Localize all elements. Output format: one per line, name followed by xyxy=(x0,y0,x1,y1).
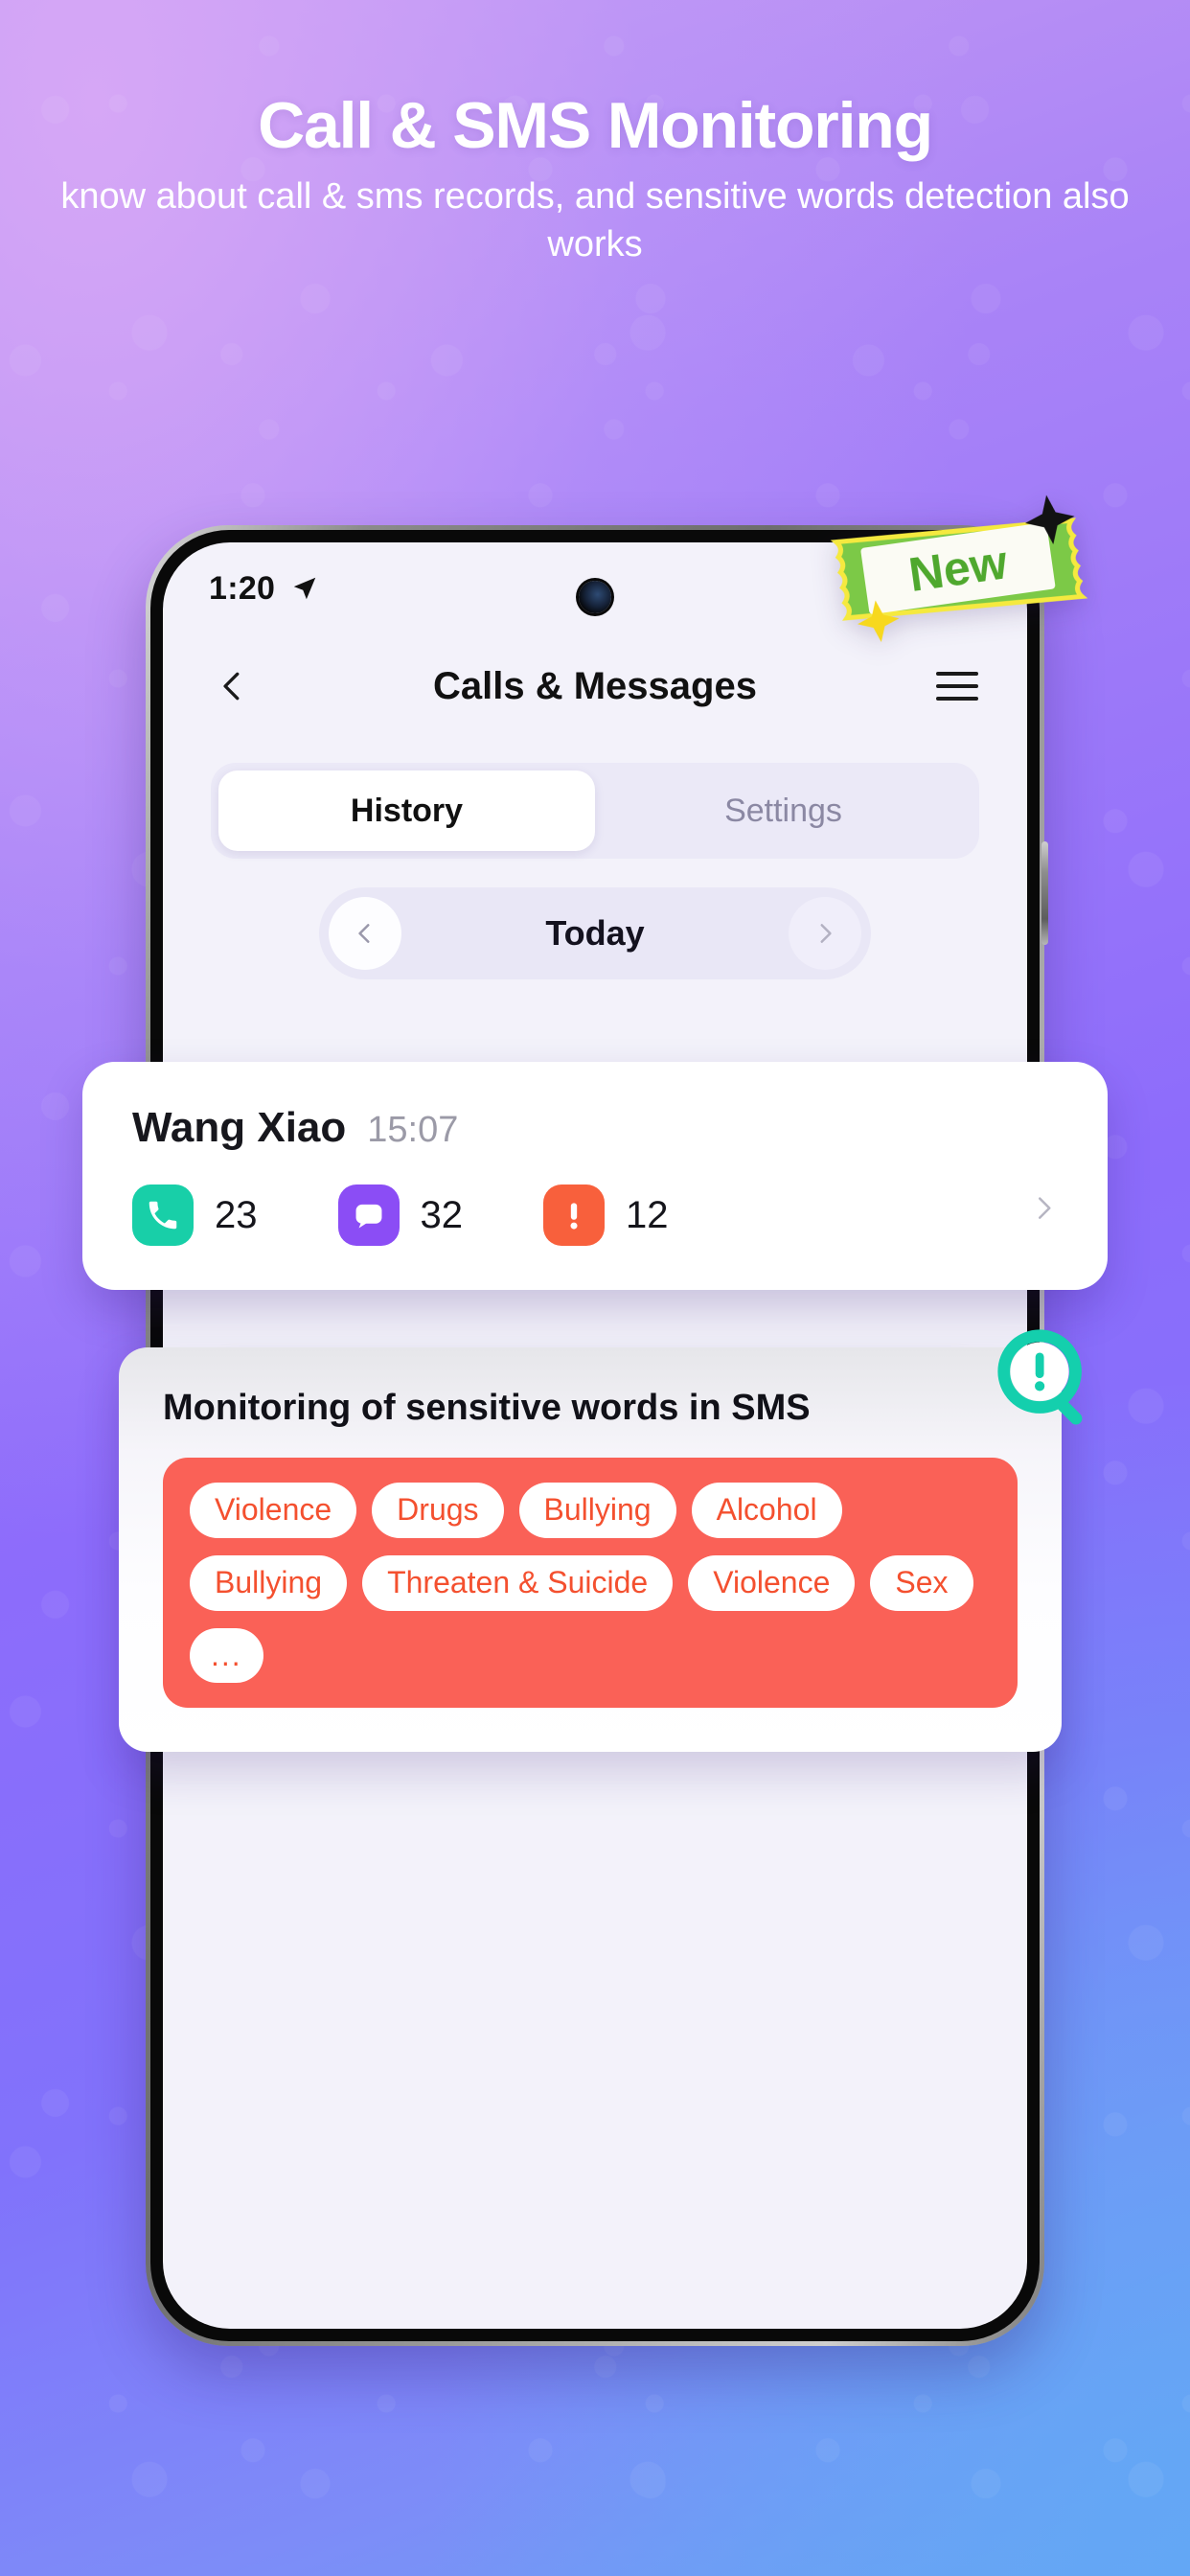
contact-calls: 23 xyxy=(132,1184,258,1246)
tab-history[interactable]: History xyxy=(218,770,595,851)
contact-card-header: Wang Xiao 15:07 xyxy=(132,1104,1058,1152)
contact-alerts-count: 12 xyxy=(626,1193,669,1236)
sensitive-words-title: Monitoring of sensitive words in SMS xyxy=(163,1388,811,1428)
promo-subline: know about call & sms records, and sensi… xyxy=(60,176,1130,265)
sensitive-words-panel: Violence Drugs Bullying Alcohol Bullying… xyxy=(163,1458,1018,1709)
sensitive-word-more-chip[interactable]: ... xyxy=(190,1627,263,1684)
sensitive-word-chip[interactable]: Drugs xyxy=(372,1483,504,1538)
phone-side-button xyxy=(1041,841,1048,945)
contact-summary-card[interactable]: Wang Xiao 15:07 23 32 12 xyxy=(82,1062,1108,1290)
hamburger-menu-button[interactable] xyxy=(929,672,985,701)
contact-alerts: 12 xyxy=(543,1184,669,1246)
tab-settings[interactable]: Settings xyxy=(595,770,972,851)
contact-messages: 32 xyxy=(337,1184,464,1246)
contact-name: Wang Xiao xyxy=(132,1104,347,1151)
app-bar: Calls & Messages xyxy=(163,634,1027,738)
next-day-button[interactable] xyxy=(789,897,861,970)
contact-messages-count: 32 xyxy=(420,1193,464,1236)
contact-calls-count: 23 xyxy=(215,1193,258,1236)
back-button[interactable] xyxy=(205,665,261,707)
sensitive-word-chip[interactable]: Bullying xyxy=(190,1554,348,1611)
date-label: Today xyxy=(545,913,645,953)
sensitive-word-chip[interactable]: Sex xyxy=(870,1554,973,1611)
new-badge: New xyxy=(826,489,1092,649)
contact-time: 15:07 xyxy=(367,1110,459,1150)
page-title: Calls & Messages xyxy=(433,664,757,707)
promo-headline: Call & SMS Monitoring xyxy=(258,89,933,162)
magnifier-alert-icon xyxy=(991,1324,1104,1438)
camera-punch-hole xyxy=(579,581,611,613)
sensitive-word-chip[interactable]: Violence xyxy=(190,1483,357,1538)
chevron-right-icon[interactable] xyxy=(1029,1187,1058,1234)
sensitive-word-chip[interactable]: Threaten & Suicide xyxy=(362,1554,674,1611)
navigation-arrow-icon xyxy=(290,574,319,603)
tab-bar: History Settings xyxy=(211,763,979,859)
sensitive-word-chip[interactable]: Bullying xyxy=(518,1483,676,1538)
contact-stats-row: 23 32 12 xyxy=(132,1184,1058,1246)
status-bar-time: 1:20 xyxy=(209,569,276,607)
sensitive-word-chip[interactable]: Alcohol xyxy=(691,1483,842,1538)
date-selector: Today xyxy=(319,887,871,979)
sensitive-word-chip[interactable]: Violence xyxy=(688,1554,856,1611)
message-icon xyxy=(337,1184,400,1246)
hamburger-menu-icon xyxy=(936,672,978,701)
sensitive-words-card: Monitoring of sensitive words in SMS Vio… xyxy=(119,1329,1083,1753)
alert-icon xyxy=(543,1184,605,1246)
phone-icon xyxy=(132,1184,194,1246)
previous-day-button[interactable] xyxy=(329,897,401,970)
